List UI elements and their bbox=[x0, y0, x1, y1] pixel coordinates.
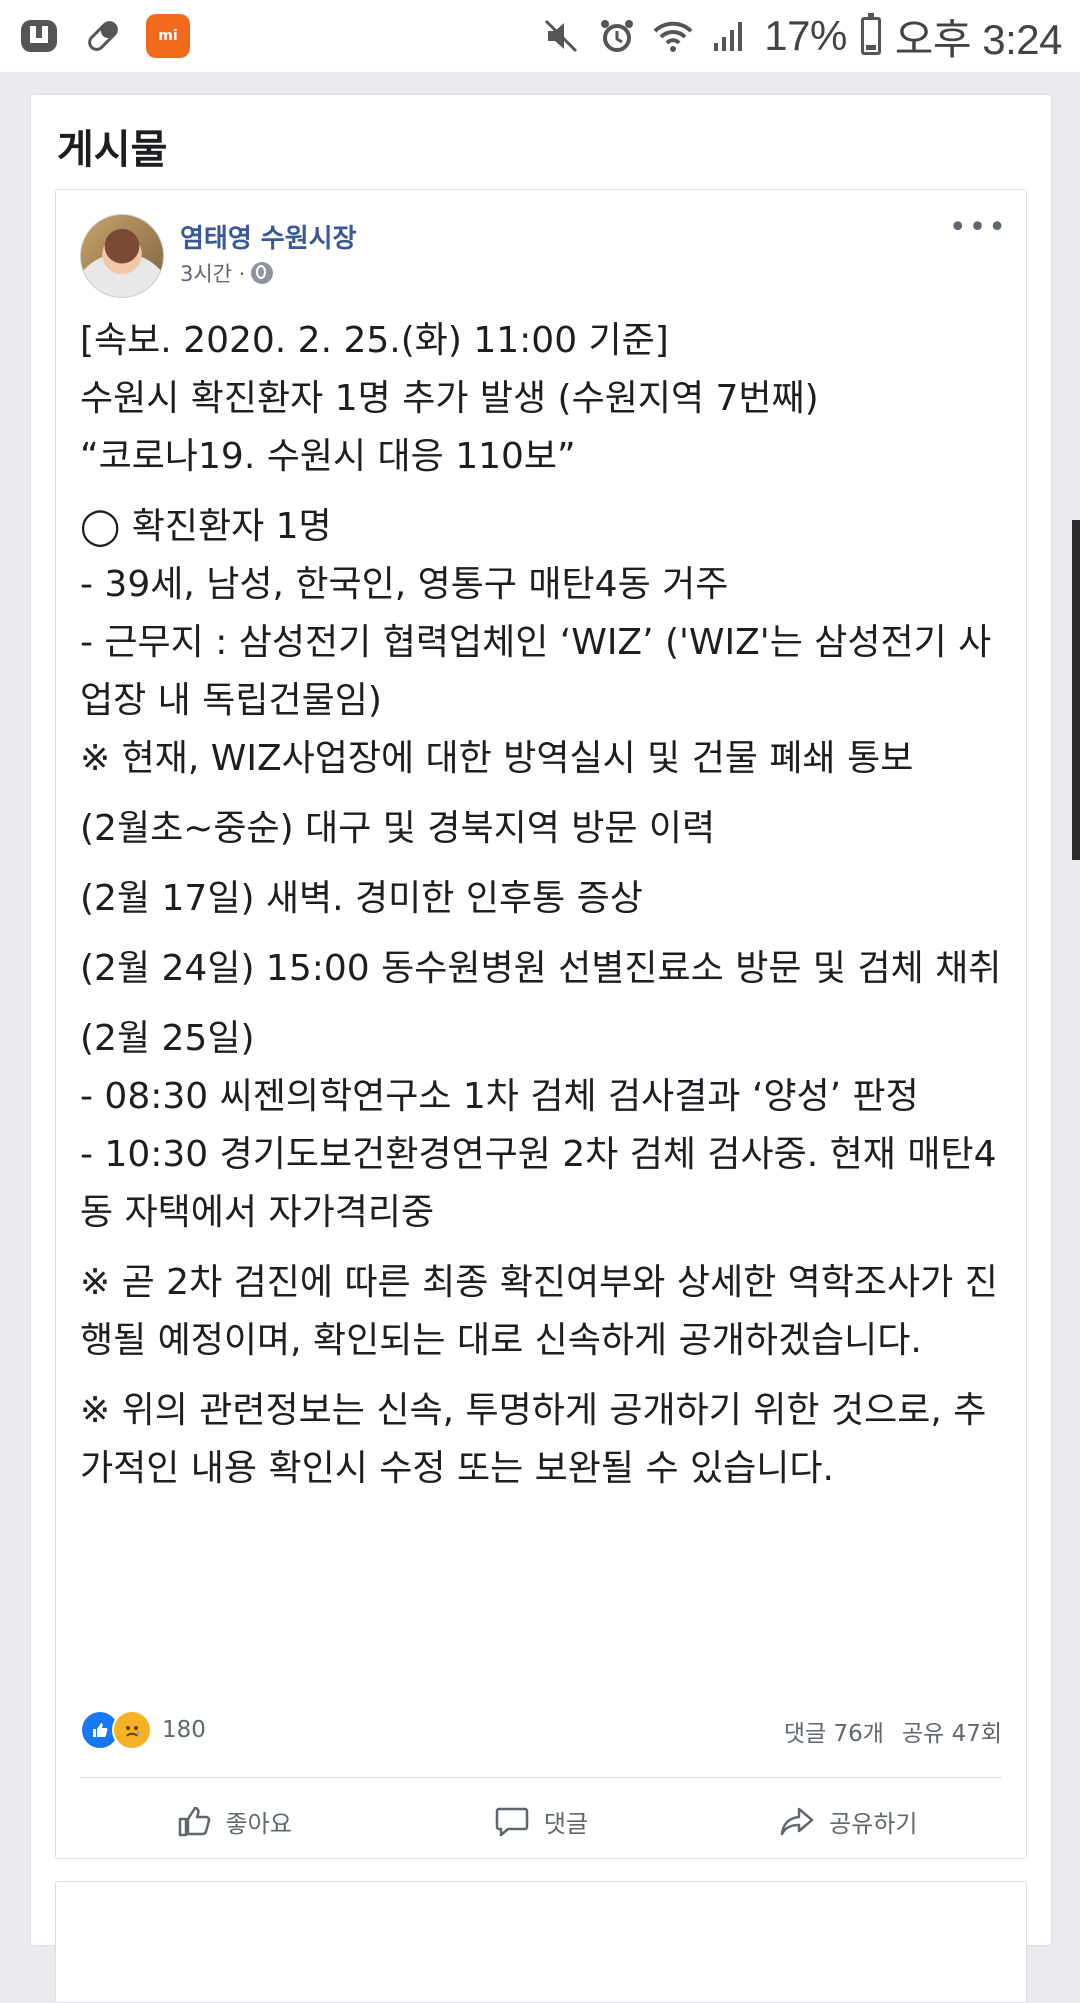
post-line: (2월초~중순) 대구 및 경북지역 방문 이력 bbox=[80, 808, 716, 849]
battery-percent: 17% bbox=[764, 12, 847, 59]
comment-count[interactable]: 댓글 76개 bbox=[784, 1714, 884, 1748]
posts-card: 게시물 염태영 수원시장 3시간 · ••• [속보. 2020. 2. 25.… bbox=[30, 94, 1052, 2003]
share-label: 공유하기 bbox=[829, 1809, 918, 1838]
post-line: ※ 곧 2차 검진에 따른 최종 확진여부와 상세한 역학조사가 진행될 예정이… bbox=[80, 1262, 998, 1361]
post-actions: 좋아요 댓글 공유하기 bbox=[80, 1790, 1002, 1852]
post-line: (2월 25일) bbox=[80, 1018, 255, 1059]
post-line: (2월 24일) 15:00 동수원병원 선별진료소 방문 및 검체 채취 bbox=[80, 948, 1002, 989]
post-line: - 근무지 : 삼성전기 협력업체인 ‘WIZ’ ('WIZ'는 삼성전기 사업… bbox=[80, 622, 992, 721]
sad-reaction-icon bbox=[112, 1710, 152, 1750]
scroll-indicator bbox=[1072, 520, 1080, 860]
thumbs-up-icon bbox=[176, 1803, 212, 1839]
mi-app-icon: mi bbox=[146, 14, 190, 58]
engagement-counts: 댓글 76개 공유 47회 bbox=[784, 1714, 1002, 1748]
signal-icon bbox=[708, 15, 750, 57]
like-button[interactable]: 좋아요 bbox=[80, 1790, 387, 1852]
next-post bbox=[55, 1881, 1027, 2003]
post-line: ※ 현재, WIZ사업장에 대한 방역실시 및 건물 폐쇄 통보 bbox=[80, 738, 914, 779]
share-count[interactable]: 공유 47회 bbox=[902, 1714, 1002, 1748]
comment-label: 댓글 bbox=[543, 1809, 589, 1838]
post-line: ◯ 확진환자 1명 bbox=[80, 506, 332, 547]
more-options-icon[interactable]: ••• bbox=[949, 213, 1008, 243]
section-title: 게시물 bbox=[57, 127, 168, 173]
post-line: - 39세, 남성, 한국인, 영통구 매탄4동 거주 bbox=[80, 564, 729, 605]
post-line: [속보. 2020. 2. 25.(화) 11:00 기준] bbox=[80, 320, 669, 361]
reaction-count: 180 bbox=[162, 1717, 206, 1743]
pill-icon bbox=[82, 15, 124, 57]
share-icon bbox=[779, 1803, 815, 1839]
battery-fill bbox=[865, 45, 876, 50]
author-name[interactable]: 염태영 수원시장 bbox=[180, 218, 357, 255]
status-bar: mi 17% 오후 3:24 bbox=[0, 0, 1080, 72]
globe-icon bbox=[251, 262, 274, 284]
divider bbox=[80, 1777, 1002, 1778]
wifi-icon bbox=[652, 15, 694, 57]
post-line: ※ 위의 관련정보는 신속, 투명하게 공개하기 위한 것으로, 추가적인 내용… bbox=[80, 1390, 987, 1489]
post-line: - 08:30 씨젠의학연구소 1차 검체 검사결과 ‘양성’ 판정 bbox=[80, 1076, 919, 1117]
avatar[interactable] bbox=[80, 214, 164, 298]
post-line: 수원시 확진환자 1명 추가 발생 (수원지역 7번째) bbox=[80, 378, 819, 419]
post-line: (2월 17일) 새벽. 경미한 인후통 증상 bbox=[80, 878, 643, 919]
post-body: [속보. 2020. 2. 25.(화) 11:00 기준] 수원시 확진환자 … bbox=[80, 312, 1010, 1498]
app-u-icon bbox=[18, 15, 60, 57]
comment-button[interactable]: 댓글 bbox=[387, 1790, 694, 1852]
battery-icon bbox=[860, 13, 881, 55]
comment-icon bbox=[494, 1803, 530, 1839]
reactions[interactable]: 180 bbox=[80, 1710, 206, 1750]
like-label: 좋아요 bbox=[225, 1809, 292, 1838]
post-line: “코로나19. 수원시 대응 110보” bbox=[80, 436, 576, 477]
post-line: - 10:30 경기도보건환경연구원 2차 검체 검사중. 현재 매탄4동 자택… bbox=[80, 1134, 997, 1233]
share-button[interactable]: 공유하기 bbox=[695, 1790, 1002, 1852]
mute-icon bbox=[540, 15, 582, 57]
post: 염태영 수원시장 3시간 · ••• [속보. 2020. 2. 25.(화) … bbox=[55, 189, 1027, 1859]
post-meta: 3시간 · bbox=[180, 258, 274, 288]
clock: 오후 3:24 bbox=[894, 15, 1063, 63]
post-time[interactable]: 3시간 · bbox=[180, 258, 245, 288]
alarm-icon bbox=[596, 15, 638, 57]
